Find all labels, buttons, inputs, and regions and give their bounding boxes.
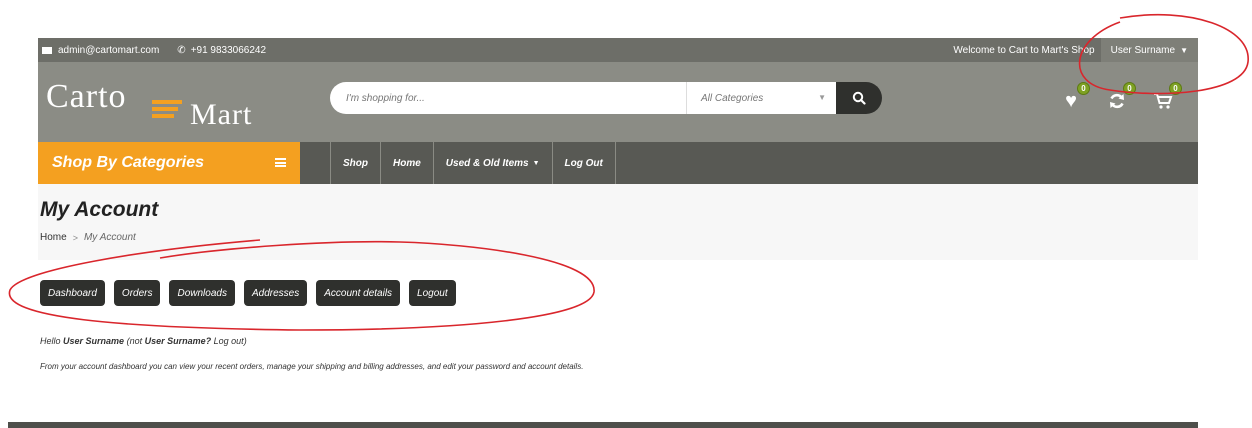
welcome-text: Welcome to Cart to Mart's Shop bbox=[953, 44, 1095, 56]
mail-icon bbox=[42, 46, 52, 54]
nav-link-label: Log Out bbox=[564, 157, 603, 169]
page-title: My Account bbox=[40, 198, 159, 221]
compare-count-badge: 0 bbox=[1123, 82, 1136, 95]
greeting-user: User Surname bbox=[63, 336, 125, 346]
breadcrumb: Home > My Account bbox=[40, 232, 136, 243]
greeting-logout-link[interactable]: Log out bbox=[214, 336, 244, 346]
phone-contact[interactable]: ✆ +91 9833066242 bbox=[177, 45, 266, 56]
refresh-icon bbox=[1110, 93, 1124, 109]
logo-cart-icon bbox=[152, 96, 188, 120]
logo-text-mart: Mart bbox=[190, 98, 253, 131]
caret-down-icon: ▼ bbox=[532, 159, 540, 167]
main-nav: Shop By Categories Shop Home Used & Old … bbox=[38, 142, 1198, 184]
category-select[interactable]: All Categories ▼ bbox=[686, 82, 836, 114]
tab-dashboard[interactable]: Dashboard bbox=[40, 280, 105, 306]
search-icon bbox=[852, 91, 866, 105]
nav-link-log-out[interactable]: Log Out bbox=[553, 142, 616, 184]
search-button[interactable] bbox=[836, 82, 882, 114]
breadcrumb-current: My Account bbox=[83, 232, 136, 243]
wishlist-button[interactable]: ♥ 0 bbox=[1058, 82, 1090, 112]
tab-downloads[interactable]: Downloads bbox=[169, 280, 235, 306]
email-contact[interactable]: admin@cartomart.com bbox=[42, 45, 159, 56]
header-icons: ♥ 0 0 0 bbox=[1058, 82, 1182, 112]
nav-links: Shop Home Used & Old Items ▼ Log Out bbox=[330, 142, 616, 184]
greeting-text: Hello User Surname (not User Surname? Lo… bbox=[40, 336, 247, 346]
greeting-user-again: User Surname? bbox=[144, 336, 212, 346]
category-select-value: All Categories bbox=[701, 92, 764, 104]
search-input[interactable] bbox=[330, 82, 686, 114]
phone-icon: ✆ bbox=[177, 44, 186, 56]
shop-by-categories-button[interactable]: Shop By Categories bbox=[38, 142, 300, 184]
site-logo[interactable]: Carto Mart bbox=[38, 62, 278, 142]
phone-text: +91 9833066242 bbox=[190, 44, 267, 56]
caret-down-icon: ▼ bbox=[1180, 45, 1188, 55]
nav-link-label: Used & Old Items bbox=[445, 157, 529, 169]
greeting-hello: Hello bbox=[40, 336, 61, 346]
compare-button[interactable]: 0 bbox=[1104, 82, 1136, 112]
account-navigation: Dashboard Orders Downloads Addresses Acc… bbox=[40, 280, 456, 306]
hamburger-icon bbox=[275, 158, 286, 167]
user-menu-dropdown[interactable]: User Surname ▼ bbox=[1100, 38, 1198, 62]
cart-button[interactable]: 0 bbox=[1150, 82, 1182, 112]
heart-icon: ♥ bbox=[1065, 89, 1077, 112]
cart-count-badge: 0 bbox=[1169, 82, 1182, 95]
top-bar: admin@cartomart.com ✆ +91 9833066242 Wel… bbox=[38, 38, 1198, 62]
my-account-page: admin@cartomart.com ✆ +91 9833066242 Wel… bbox=[0, 0, 1252, 428]
tab-logout[interactable]: Logout bbox=[409, 280, 456, 306]
page-title-area: My Account Home > My Account bbox=[38, 184, 1198, 260]
nav-link-label: Home bbox=[393, 157, 421, 169]
email-text: admin@cartomart.com bbox=[58, 44, 160, 56]
nav-link-label: Shop bbox=[343, 157, 368, 169]
wishlist-count-badge: 0 bbox=[1077, 82, 1090, 95]
breadcrumb-home-link[interactable]: Home bbox=[40, 232, 67, 243]
contact-info: admin@cartomart.com ✆ +91 9833066242 bbox=[42, 45, 266, 56]
footer-bar bbox=[8, 422, 1198, 428]
nav-link-home[interactable]: Home bbox=[381, 142, 434, 184]
search-bar: All Categories ▼ bbox=[330, 82, 882, 114]
tab-account-details[interactable]: Account details bbox=[316, 280, 401, 306]
greeting-not: (not bbox=[126, 336, 143, 346]
nav-link-shop[interactable]: Shop bbox=[331, 142, 381, 184]
breadcrumb-separator: > bbox=[72, 232, 78, 243]
user-name: User Surname bbox=[1110, 44, 1176, 56]
cart-icon bbox=[1154, 93, 1173, 109]
chevron-down-icon: ▼ bbox=[818, 93, 826, 102]
site-header: Carto Mart All Categories ▼ bbox=[38, 62, 1198, 142]
greeting-close-paren: ) bbox=[243, 336, 247, 346]
tab-addresses[interactable]: Addresses bbox=[243, 280, 308, 306]
tab-orders[interactable]: Orders bbox=[113, 280, 161, 306]
shop-by-categories-label: Shop By Categories bbox=[52, 154, 205, 171]
logo-text-carto: Carto bbox=[46, 78, 127, 115]
nav-link-used-old-items[interactable]: Used & Old Items ▼ bbox=[434, 142, 553, 184]
dashboard-description: From your account dashboard you can view… bbox=[40, 362, 584, 371]
